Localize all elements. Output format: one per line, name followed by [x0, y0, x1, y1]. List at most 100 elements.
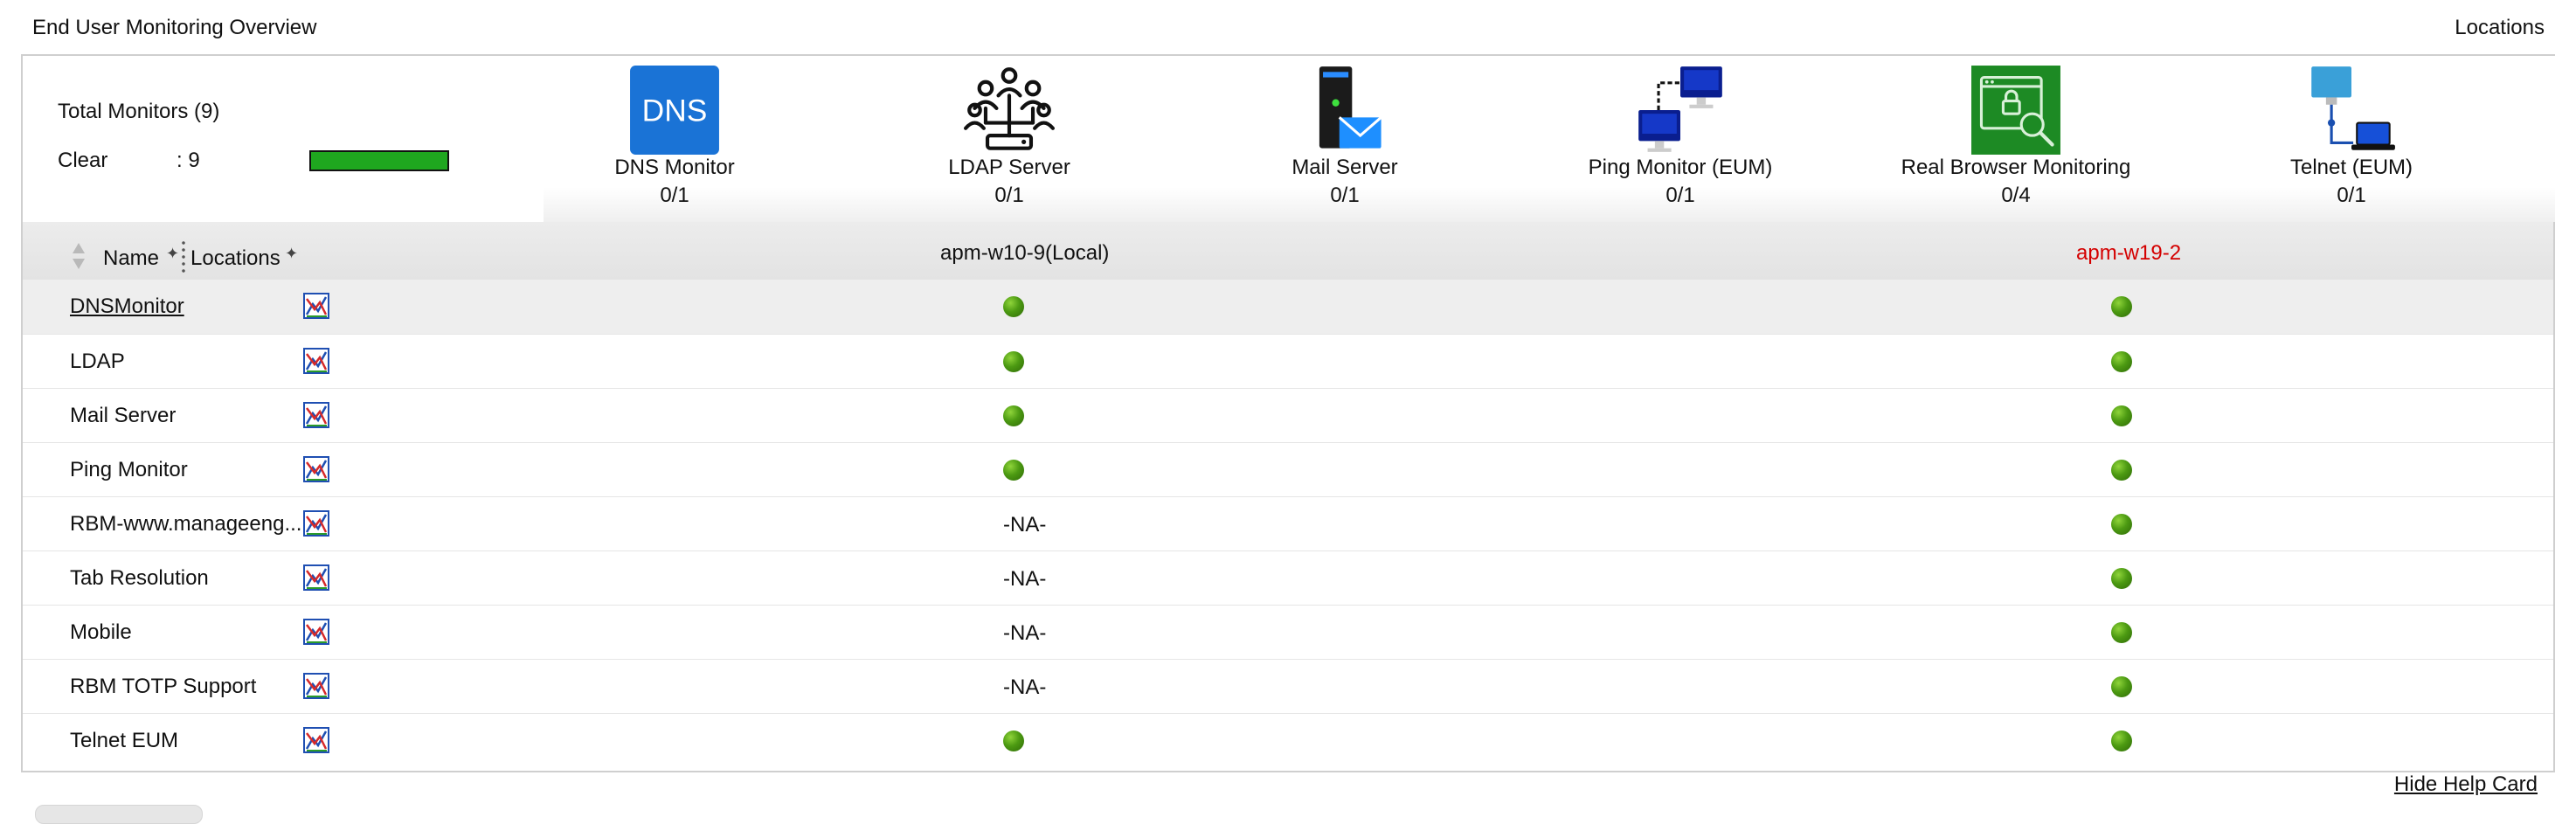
- monitor-type-name: Telnet (EUM): [2289, 156, 2413, 179]
- monitor-name[interactable]: Tab Resolution: [70, 566, 209, 591]
- monitor-type-rbm[interactable]: Real Browser Monitoring 0/4: [1885, 56, 2147, 222]
- column-header-location-a: apm-w10-9(Local): [940, 241, 1110, 265]
- monitor-type-ping[interactable]: Ping Monitor (EUM) 0/1: [1549, 56, 1811, 222]
- status-cell-location-b: [2111, 457, 2146, 483]
- monitor-type-mail[interactable]: Mail Server 0/1: [1214, 56, 1476, 222]
- monitor-name[interactable]: Ping Monitor: [70, 458, 188, 482]
- status-cell-location-a: -NA-: [1003, 674, 1099, 700]
- dns-icon: DNS: [630, 66, 719, 155]
- table-row[interactable]: RBM TOTP Support -NA-: [23, 659, 2553, 713]
- status-cell-location-b: [2111, 674, 2146, 700]
- status-up-icon[interactable]: [1003, 460, 1024, 481]
- monitor-type-name: Real Browser Monitoring: [1901, 156, 2131, 179]
- table-header: Name ✦ Locations ✦ apm-w10-9(Local) apm-…: [23, 222, 2553, 280]
- status-cell-location-b: [2111, 294, 2146, 320]
- report-chart-icon[interactable]: [302, 564, 330, 592]
- monitor-type-name: Ping Monitor (EUM): [1588, 156, 1773, 179]
- report-chart-icon[interactable]: [302, 455, 330, 483]
- overview-panel: Total Monitors (9) Clear : 9 DNS DNS Mon…: [21, 54, 2555, 772]
- clear-count: : 9: [177, 149, 200, 172]
- monitor-name[interactable]: Telnet EUM: [70, 729, 178, 753]
- ping-monitors-icon: [1638, 66, 1722, 152]
- report-chart-icon[interactable]: [302, 509, 330, 537]
- monitor-name[interactable]: Mail Server: [70, 404, 176, 428]
- status-cell-location-a: -NA-: [1003, 511, 1099, 537]
- status-up-icon[interactable]: [2111, 351, 2132, 372]
- column-header-name[interactable]: Name: [103, 246, 159, 271]
- page: End User Monitoring Overview Locations T…: [0, 0, 2576, 824]
- total-monitors-label: Total Monitors (9): [58, 100, 220, 123]
- status-up-icon[interactable]: [2111, 622, 2132, 643]
- monitor-type-dns[interactable]: DNS DNS Monitor 0/1: [544, 56, 806, 222]
- status-up-icon[interactable]: [1003, 731, 1024, 751]
- locations-link[interactable]: Locations: [2455, 16, 2545, 40]
- status-up-icon[interactable]: [2111, 676, 2132, 697]
- monitor-name[interactable]: DNSMonitor: [70, 294, 184, 319]
- table-row[interactable]: Telnet EUM: [23, 713, 2553, 767]
- clear-status-bar-fill: [311, 152, 447, 170]
- browser-search-icon: [1971, 66, 2060, 155]
- monitor-type-count: 0/1: [994, 183, 1024, 207]
- status-up-icon[interactable]: [1003, 351, 1024, 372]
- table-row[interactable]: LDAP: [23, 334, 2553, 388]
- table-row[interactable]: Mail Server: [23, 388, 2553, 442]
- sort-icon[interactable]: ✦: [166, 245, 179, 263]
- report-chart-icon[interactable]: [302, 292, 330, 320]
- status-cell-location-a: -NA-: [1003, 620, 1099, 646]
- report-chart-icon[interactable]: [302, 726, 330, 754]
- table-row[interactable]: RBM-www.manageeng... -NA-: [23, 496, 2553, 550]
- status-up-icon[interactable]: [2111, 460, 2132, 481]
- status-na-text: -NA-: [1003, 567, 1047, 591]
- report-chart-icon[interactable]: [302, 401, 330, 429]
- monitor-type-ldap[interactable]: LDAP Server 0/1: [878, 56, 1140, 222]
- status-up-icon[interactable]: [2111, 731, 2132, 751]
- monitor-type-name: Mail Server: [1291, 156, 1398, 179]
- clear-label: Clear: [58, 149, 108, 172]
- sort-icon[interactable]: ✦: [285, 245, 298, 263]
- report-chart-icon[interactable]: [302, 618, 330, 646]
- table-row[interactable]: DNSMonitor: [23, 280, 2553, 334]
- page-title: End User Monitoring Overview: [32, 16, 317, 39]
- monitor-type-telnet[interactable]: Telnet (EUM) 0/1: [2220, 56, 2483, 222]
- status-up-icon[interactable]: [1003, 405, 1024, 426]
- monitor-summary: Total Monitors (9) Clear : 9: [23, 56, 544, 220]
- hide-help-card-link[interactable]: Hide Help Card: [2394, 772, 2538, 797]
- bottom-button[interactable]: [35, 805, 203, 824]
- status-up-icon[interactable]: [2111, 405, 2132, 426]
- sort-arrows-icon[interactable]: [72, 241, 86, 271]
- monitor-name[interactable]: RBM TOTP Support: [70, 675, 256, 699]
- report-chart-icon[interactable]: [302, 347, 330, 375]
- table-row[interactable]: Ping Monitor: [23, 442, 2553, 496]
- status-up-icon[interactable]: [1003, 296, 1024, 317]
- monitor-name[interactable]: Mobile: [70, 620, 132, 645]
- status-cell-location-b: [2111, 620, 2146, 646]
- column-divider[interactable]: [182, 239, 185, 273]
- status-cell-location-b: [2111, 349, 2146, 375]
- telnet-icon: [2311, 66, 2395, 150]
- monitor-name[interactable]: LDAP: [70, 350, 125, 374]
- status-up-icon[interactable]: [2111, 514, 2132, 535]
- table-row[interactable]: Mobile -NA-: [23, 605, 2553, 659]
- monitor-type-name: DNS Monitor: [614, 156, 735, 179]
- report-chart-icon[interactable]: [302, 672, 330, 700]
- table-row[interactable]: Tab Resolution -NA-: [23, 550, 2553, 605]
- status-na-text: -NA-: [1003, 621, 1047, 645]
- status-cell-location-a: [1003, 294, 1099, 320]
- column-header-location-b: apm-w19-2: [2076, 241, 2182, 265]
- status-cell-location-b: [2111, 511, 2146, 537]
- status-cell-location-b: [2111, 565, 2146, 592]
- clear-status-bar[interactable]: [309, 150, 449, 171]
- dns-icon-text: DNS: [642, 93, 708, 128]
- status-cell-location-b: [2111, 403, 2146, 429]
- status-cell-location-a: [1003, 403, 1099, 429]
- monitor-type-count: 0/4: [2001, 183, 2031, 207]
- column-header-locations[interactable]: Locations: [190, 246, 280, 271]
- top-bar: End User Monitoring Overview Locations: [0, 0, 2576, 56]
- status-cell-location-a: [1003, 349, 1099, 375]
- status-na-text: -NA-: [1003, 513, 1047, 537]
- status-up-icon[interactable]: [2111, 296, 2132, 317]
- monitor-name[interactable]: RBM-www.manageeng...: [70, 512, 301, 537]
- status-up-icon[interactable]: [2111, 568, 2132, 589]
- monitor-type-count: 0/1: [2337, 183, 2366, 207]
- monitor-type-name: LDAP Server: [948, 156, 1070, 179]
